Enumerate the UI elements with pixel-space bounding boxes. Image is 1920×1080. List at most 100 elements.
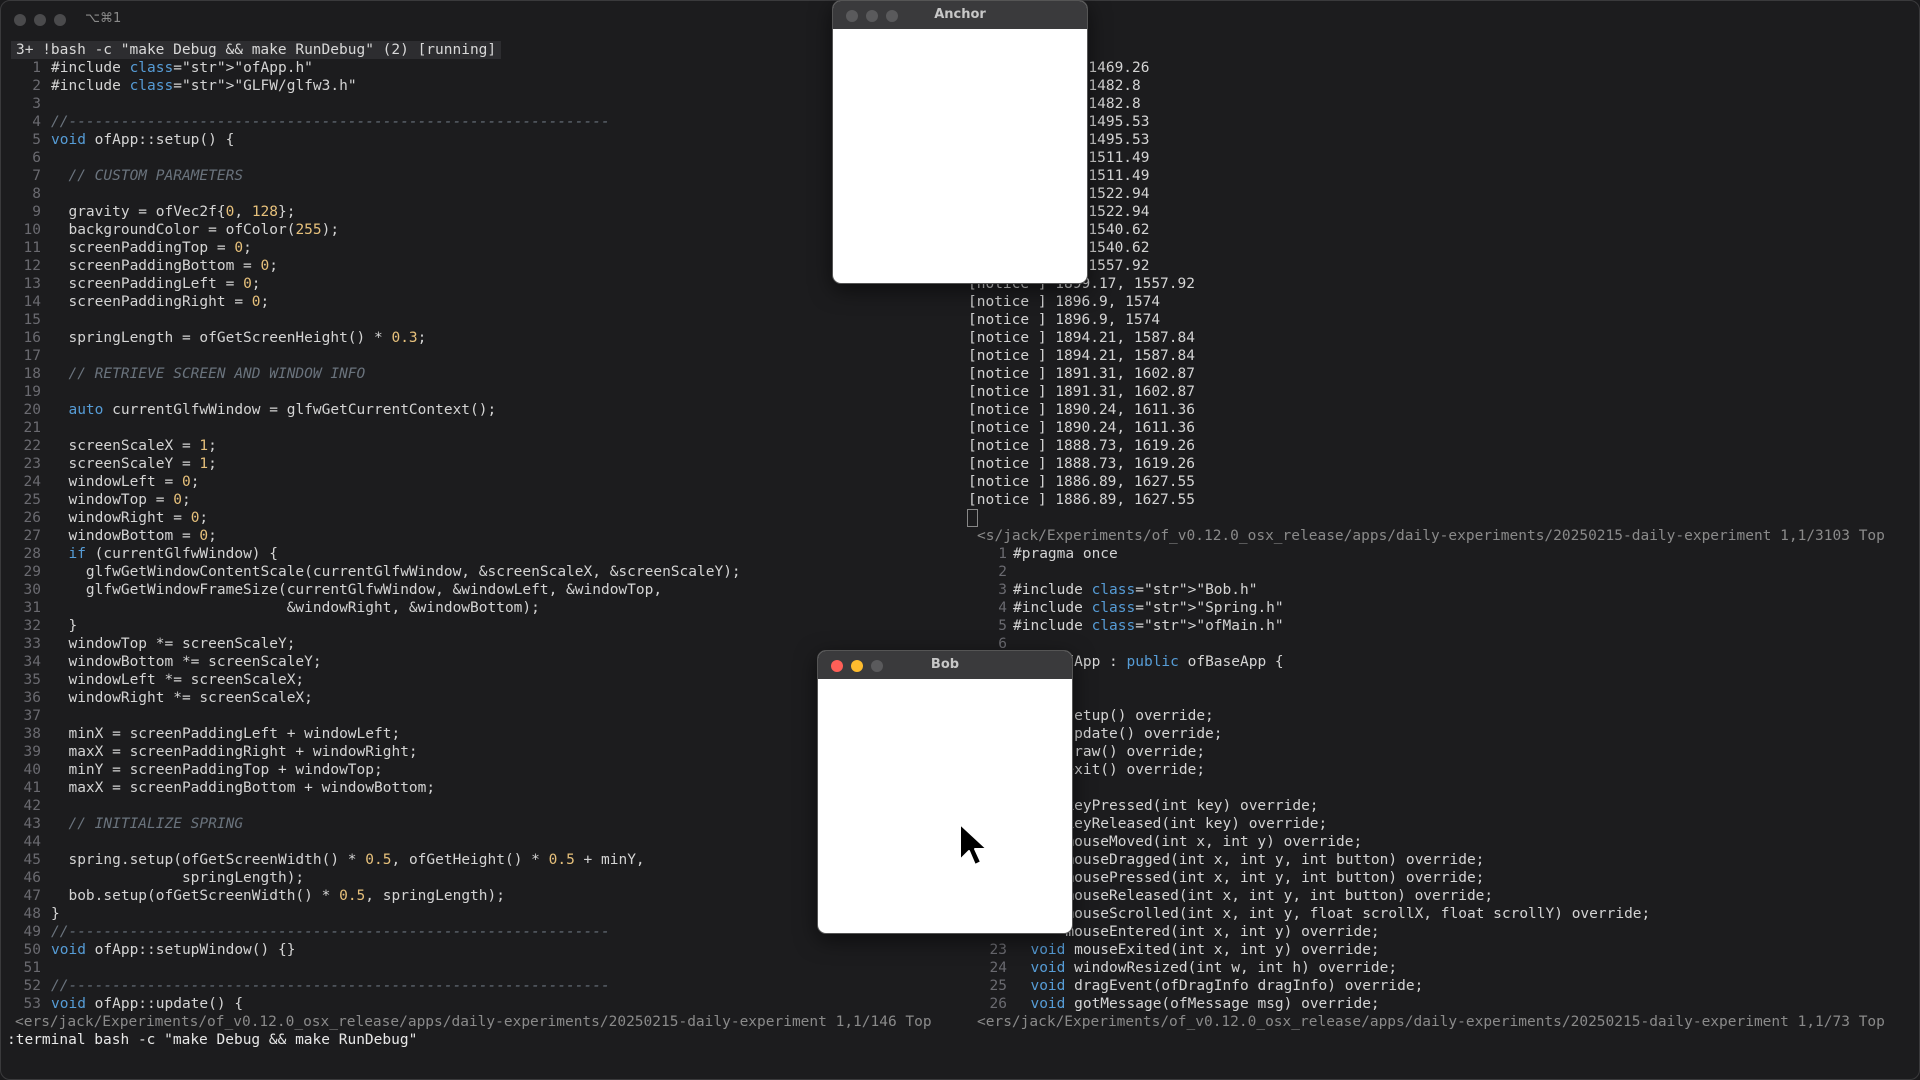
- log-text: [notice ] 1894.21, 1587.84: [968, 330, 1195, 346]
- log-line: 7.79, 1482.8: [961, 95, 1919, 113]
- line-number: 19: [23, 384, 41, 400]
- code-line: 26 windowRight = 0;: [1, 509, 961, 527]
- code-line: exit() override;: [961, 761, 1919, 779]
- code-line: 16 springLength = ofGetScreenHeight() * …: [1, 329, 961, 347]
- code-line: 13 screenPaddingLeft = 0;: [1, 275, 961, 293]
- log-line: [notice ] 1894.21, 1587.84: [961, 347, 1919, 365]
- log-text: [notice ] 1890.24, 1611.36: [968, 420, 1195, 436]
- code-line: mouseMoved(int x, int y) override;: [961, 833, 1919, 851]
- code-line: 10 backgroundColor = ofColor(255);: [1, 221, 961, 239]
- line-number: 17: [23, 348, 41, 364]
- code-line: 29 glfwGetWindowContentScale(currentGlfw…: [1, 563, 961, 581]
- minimize-icon[interactable]: [34, 14, 46, 26]
- code-line: mouseDragged(int x, int y, int button) o…: [961, 851, 1919, 869]
- line-number: 13: [23, 276, 41, 292]
- code-text: void mouseExited(int x, int y) override;: [1030, 942, 1380, 958]
- bob-window-title: Bob: [930, 657, 960, 672]
- terminal-cursor-block: [967, 509, 978, 527]
- code-text: minX = screenPaddingLeft + windowLeft;: [51, 726, 401, 742]
- code-text: screenPaddingTop = 0;: [51, 240, 252, 256]
- right-output-pane[interactable]: 0.43, 1469.26 7.79, 1482.8 7.79, 1482.8 4.8…: [961, 59, 1919, 527]
- line-number: 44: [23, 834, 41, 850]
- bob-titlebar[interactable]: Bob: [818, 651, 1072, 679]
- log-line: [notice ] 1886.89, 1627.55: [961, 473, 1919, 491]
- line-number: 28: [23, 546, 41, 562]
- line-number: 5: [32, 132, 41, 148]
- anchor-titlebar[interactable]: Anchor: [833, 1, 1087, 29]
- log-text: [notice ] 1888.73, 1619.26: [968, 456, 1195, 472]
- line-number: 6: [32, 150, 41, 166]
- line-number: 2: [998, 564, 1007, 580]
- log-text: [notice ] 1896.9, 1574: [968, 294, 1161, 310]
- code-text: //--------------------------------------…: [51, 978, 610, 994]
- log-line: [notice ] 1894.21, 1587.84: [961, 329, 1919, 347]
- line-number: 32: [23, 618, 41, 634]
- log-text: [notice ] 1890.24, 1611.36: [968, 402, 1195, 418]
- code-line: 3: [1, 95, 961, 113]
- code-text: auto currentGlfwWindow = glfwGetCurrentC…: [68, 402, 497, 418]
- vim-tabline[interactable]: 3+ !bash -c "make Debug && make RunDebug…: [11, 41, 502, 59]
- code-text: windowRight *= screenScaleX;: [51, 690, 313, 706]
- code-line: 18 // RETRIEVE SCREEN AND WINDOW INFO: [1, 365, 961, 383]
- code-line: mouseReleased(int x, int y, int button) …: [961, 887, 1919, 905]
- line-number: 52: [23, 978, 41, 994]
- log-text: [notice ] 1886.89, 1627.55: [968, 474, 1195, 490]
- line-number: 30: [23, 582, 41, 598]
- log-line: [notice ] 1891.31, 1602.87: [961, 383, 1919, 401]
- code-text: windowLeft = 0;: [51, 474, 200, 490]
- code-line: 51: [1, 959, 961, 977]
- anchor-window[interactable]: Anchor: [832, 0, 1088, 284]
- line-number: 33: [23, 636, 41, 652]
- code-text: #include class="str">"ofMain.h": [1013, 618, 1284, 634]
- line-number: 1: [998, 546, 1007, 562]
- code-line: 30 glfwGetWindowFrameSize(currentGlfwWin…: [1, 581, 961, 599]
- code-line: mouseEntered(int x, int y) override;: [961, 923, 1919, 941]
- code-text: screenPaddingBottom = 0;: [51, 258, 278, 274]
- code-text: screenScaleY = 1;: [51, 456, 217, 472]
- code-line: 2: [961, 563, 1919, 581]
- log-text: [notice ] 1894.21, 1587.84: [968, 348, 1195, 364]
- bob-window[interactable]: Bob: [817, 650, 1073, 934]
- code-text: // INITIALIZE SPRING: [51, 816, 244, 832]
- code-line: 12 screenPaddingBottom = 0;: [1, 257, 961, 275]
- code-line: 24 void windowResized(int w, int h) over…: [961, 959, 1919, 977]
- log-line: 0.43, 1469.26: [961, 59, 1919, 77]
- code-line: mousePressed(int x, int y, int button) o…: [961, 869, 1919, 887]
- code-text: void windowResized(int w, int h) overrid…: [1030, 960, 1398, 976]
- code-text: windowBottom *= screenScaleY;: [51, 654, 322, 670]
- code-text: #include class="str">"Bob.h": [1013, 582, 1258, 598]
- code-text: void ofApp::setup() {: [51, 132, 235, 148]
- right-header-pane[interactable]: 1 #pragma once 2 3 #include class="str">"Bob…: [961, 545, 1919, 1013]
- code-line: 32 }: [1, 617, 961, 635]
- line-number: 4: [32, 114, 41, 130]
- code-line: 23 void mouseExited(int x, int y) overri…: [961, 941, 1919, 959]
- code-text: #pragma once: [1013, 546, 1118, 562]
- code-text: screenPaddingLeft = 0;: [51, 276, 261, 292]
- vim-command-line[interactable]: :terminal bash -c "make Debug && make Ru…: [7, 1031, 417, 1049]
- code-text: springLength);: [51, 870, 305, 886]
- code-line: keyReleased(int key) override;: [961, 815, 1919, 833]
- code-text: backgroundColor = ofColor(255);: [51, 222, 340, 238]
- log-line: 2.51, 1540.62: [961, 221, 1919, 239]
- code-text: void ofApp::setupWindow() {}: [51, 942, 296, 958]
- line-number: 20: [23, 402, 41, 418]
- line-number: 42: [23, 798, 41, 814]
- close-icon[interactable]: [14, 14, 26, 26]
- code-text: }: [51, 906, 60, 922]
- log-line: [notice ] 1888.73, 1619.26: [961, 437, 1919, 455]
- code-text: windowRight = 0;: [51, 510, 209, 526]
- line-number: 49: [23, 924, 41, 940]
- log-line: 0.05, 1511.49: [961, 167, 1919, 185]
- line-number: 27: [23, 528, 41, 544]
- code-text: void gotMessage(ofMessage msg) override;: [1030, 996, 1380, 1012]
- line-number: 9: [32, 204, 41, 220]
- code-text: // RETRIEVE SCREEN AND WINDOW INFO: [51, 366, 366, 382]
- log-line: 0.05, 1511.49: [961, 149, 1919, 167]
- code-line: 7 // CUSTOM PARAMETERS: [1, 167, 961, 185]
- code-text: if (currentGlfwWindow) {: [68, 546, 278, 562]
- log-line: 2.51, 1540.62: [961, 239, 1919, 257]
- code-line: 28 if (currentGlfwWindow) {: [1, 545, 961, 563]
- maximize-icon[interactable]: [54, 14, 66, 26]
- line-number: 29: [23, 564, 41, 580]
- line-number: 25: [23, 492, 41, 508]
